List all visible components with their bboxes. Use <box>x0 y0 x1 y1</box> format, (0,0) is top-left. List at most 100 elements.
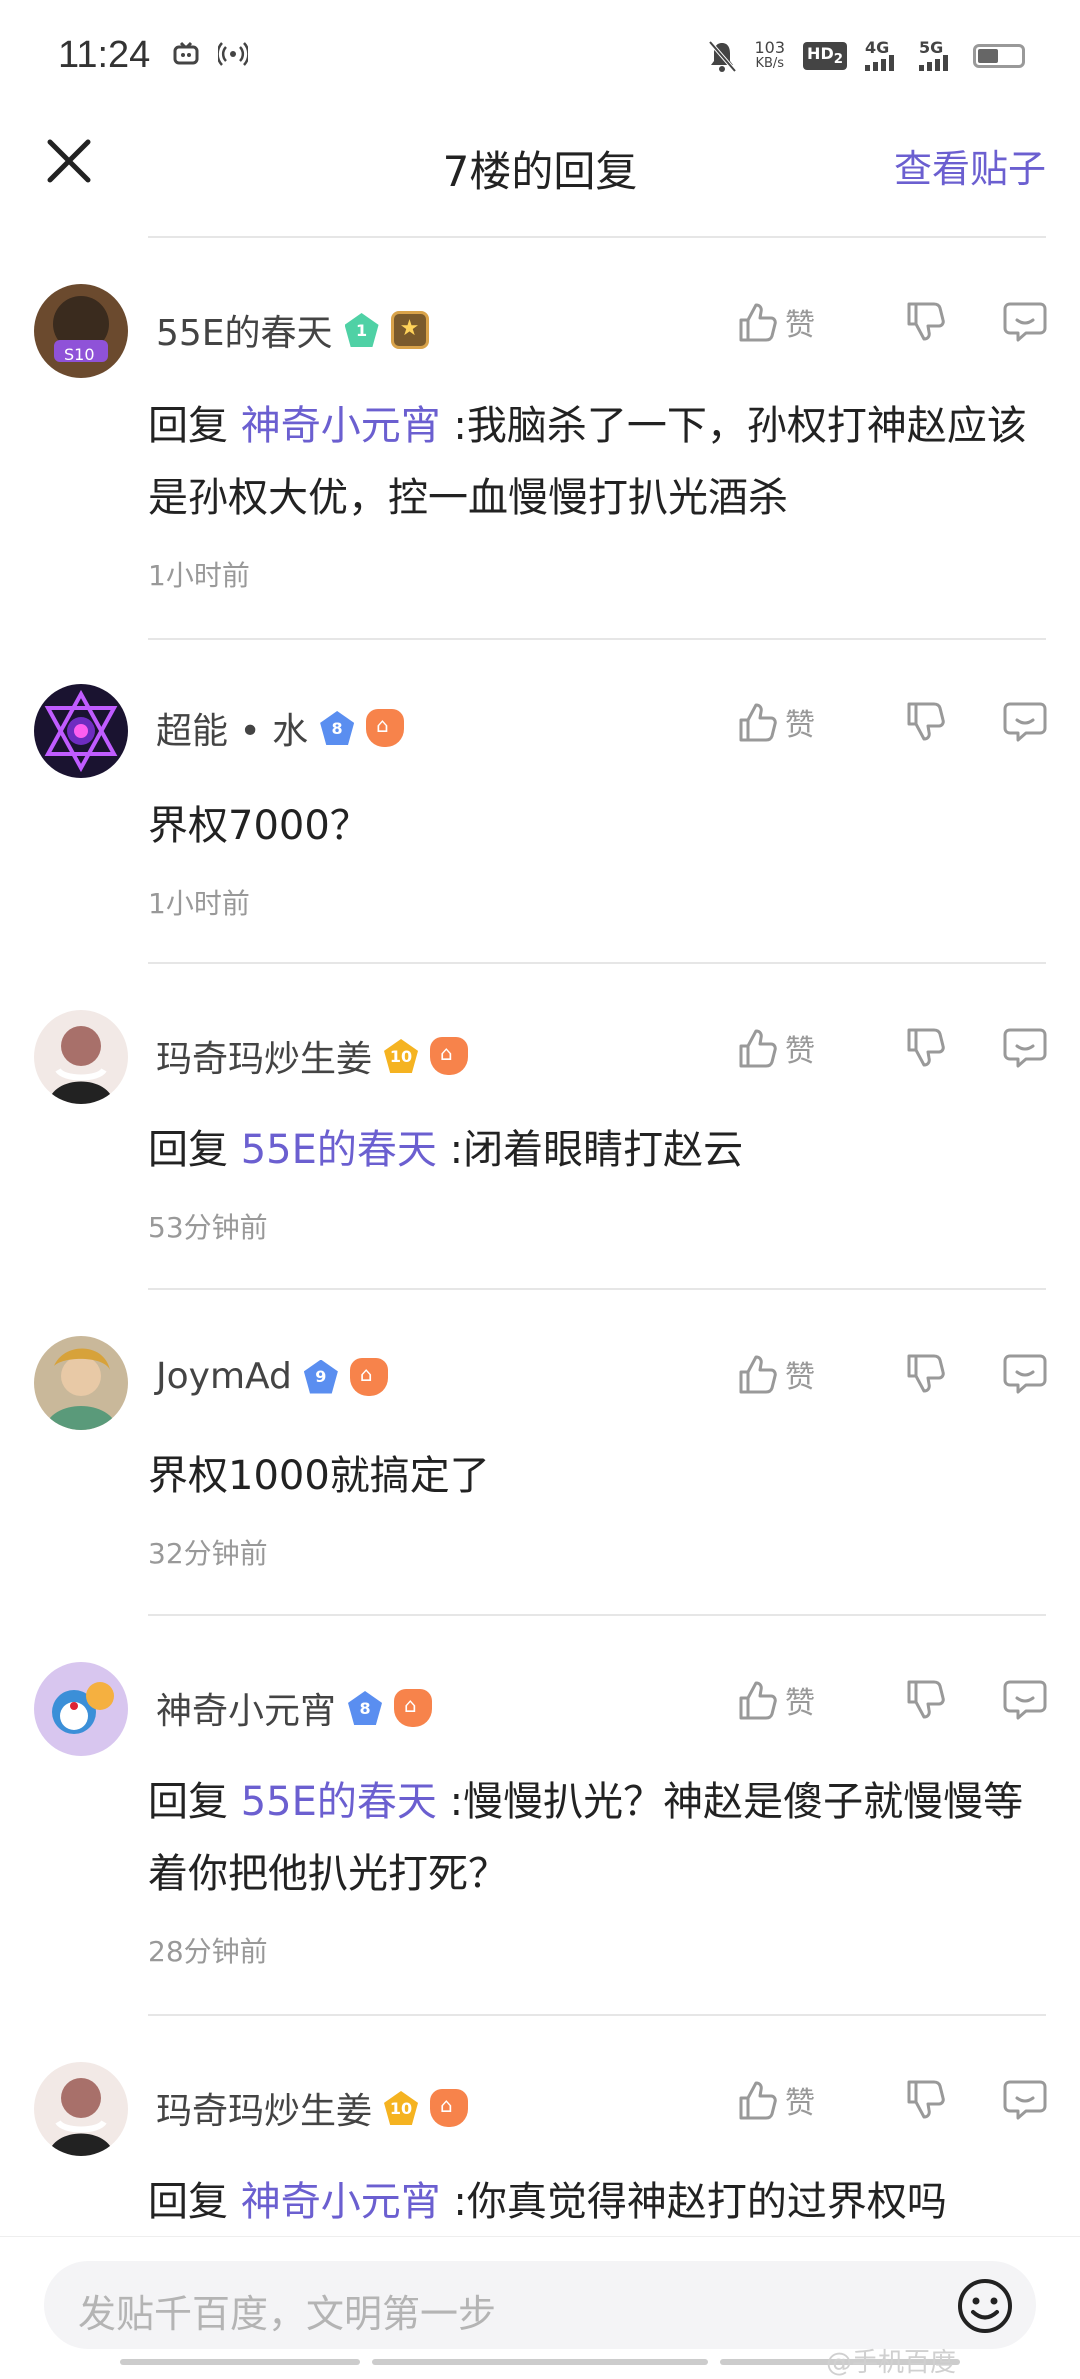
reply-button[interactable] <box>985 1352 1065 1396</box>
tv-icon <box>173 41 199 65</box>
like-label: 赞 <box>785 708 815 743</box>
username[interactable]: JoymAd 9 <box>156 1356 388 1397</box>
comment-time: 1小时前 <box>148 559 250 592</box>
username-text[interactable]: 神奇小元宵 <box>156 1682 336 1734</box>
username-text[interactable]: 超能 • 水 <box>156 702 308 754</box>
like-button[interactable]: 赞 <box>735 2078 865 2122</box>
level-badge-text: 10 <box>389 2098 413 2118</box>
avatar[interactable]: S10 <box>34 284 128 378</box>
like-button[interactable]: 赞 <box>735 300 865 344</box>
comment-text: 回复 55E的春天 :慢慢扒光？神赵是傻子就慢慢等着你把他扒光打死？ <box>148 1766 1048 1910</box>
divider <box>148 1614 1046 1616</box>
username[interactable]: 神奇小元宵 8 <box>156 1682 433 1734</box>
mute-bell-icon <box>707 40 737 73</box>
thumbs-down-icon <box>907 302 945 341</box>
username[interactable]: 玛奇玛炒生姜 10 <box>156 2082 469 2134</box>
post-input[interactable]: 发贴千百度，文明第一步 <box>44 2261 1036 2349</box>
gesture-bar <box>372 2359 708 2365</box>
signal-5g-label: 5G <box>919 38 944 57</box>
username-text[interactable]: 玛奇玛炒生姜 <box>156 2082 372 2134</box>
thumbs-down-icon <box>907 1680 945 1719</box>
dislike-button[interactable] <box>865 300 985 344</box>
gamepad-badge-icon <box>366 709 405 747</box>
network-speed: 103 KB/s <box>755 40 786 72</box>
thumbs-up-icon <box>739 1681 777 1720</box>
reply-button[interactable] <box>985 300 1065 344</box>
emoji-button[interactable] <box>956 2277 1014 2335</box>
reply-button[interactable] <box>985 700 1065 744</box>
network-speed-unit: KB/s <box>755 56 785 71</box>
divider <box>148 2014 1046 2016</box>
comment-time: 32分钟前 <box>148 1537 268 1570</box>
reply-prefix: 回复 <box>148 1127 228 1173</box>
divider <box>148 638 1046 640</box>
divider <box>148 236 1046 238</box>
comment-text: 回复 神奇小元宵 :你真觉得神赵打的过界权吗 <box>148 2166 1048 2238</box>
level-badge-icon: 10 <box>384 2091 419 2125</box>
dislike-button[interactable] <box>865 1352 985 1396</box>
reply-prefix: 回复 <box>148 403 228 449</box>
reply-button[interactable] <box>985 1026 1065 1070</box>
comment-actions: 赞 <box>735 700 1065 744</box>
dislike-button[interactable] <box>865 1026 985 1070</box>
like-button[interactable]: 赞 <box>735 1678 865 1722</box>
comment-text: 界权1000就搞定了 <box>148 1440 1048 1512</box>
like-button[interactable]: 赞 <box>735 1026 865 1070</box>
view-post-link[interactable]: 查看贴子 <box>894 138 1046 193</box>
comment-bubble-icon <box>1003 1028 1047 1068</box>
like-label: 赞 <box>785 1360 815 1395</box>
status-bar: 11:24 103 KB/s HD2 4G 5G <box>0 0 1080 110</box>
dislike-button[interactable] <box>865 700 985 744</box>
level-badge-icon: 10 <box>384 1039 419 1073</box>
mention-link[interactable]: 55E的春天 <box>241 1779 437 1825</box>
divider <box>148 962 1046 964</box>
battery-icon <box>973 44 1025 68</box>
mention-link[interactable]: 神奇小元宵 <box>241 403 441 449</box>
hd-label: HD <box>807 44 834 64</box>
avatar[interactable] <box>34 1010 128 1104</box>
hotspot-icon <box>218 42 248 66</box>
username-text[interactable]: 玛奇玛炒生姜 <box>156 1030 372 1082</box>
like-button[interactable]: 赞 <box>735 1352 865 1396</box>
dislike-button[interactable] <box>865 1678 985 1722</box>
star-medal-icon <box>390 311 429 349</box>
reply-prefix: 回复 <box>148 1779 228 1825</box>
avatar[interactable] <box>34 2062 128 2156</box>
gesture-bar <box>120 2359 360 2365</box>
like-button[interactable]: 赞 <box>735 700 865 744</box>
like-label: 赞 <box>785 1034 815 1069</box>
status-icons: 103 KB/s HD2 4G 5G <box>707 36 1025 76</box>
username-text[interactable]: JoymAd <box>156 1356 292 1397</box>
like-label: 赞 <box>785 308 815 343</box>
signal-5g: 5G <box>919 38 955 71</box>
level-badge-icon: 8 <box>320 711 355 745</box>
signal-bars-icon <box>919 55 948 71</box>
reply-button[interactable] <box>985 2078 1065 2122</box>
avatar[interactable] <box>34 1662 128 1756</box>
comment-time: 1小时前 <box>148 887 250 920</box>
signal-4g-label: 4G <box>865 38 890 57</box>
username[interactable]: 玛奇玛炒生姜 10 <box>156 1030 469 1082</box>
thumbs-up-icon <box>739 1355 777 1394</box>
dislike-button[interactable] <box>865 2078 985 2122</box>
mention-link[interactable]: 神奇小元宵 <box>241 2179 441 2225</box>
username[interactable]: 超能 • 水 8 <box>156 702 405 754</box>
reply-button[interactable] <box>985 1678 1065 1722</box>
thumbs-up-icon <box>739 703 777 742</box>
divider <box>148 1288 1046 1290</box>
signal-4g: 4G <box>865 38 901 71</box>
comment-time: 53分钟前 <box>148 1211 268 1244</box>
gamepad-badge-icon <box>430 2089 469 2127</box>
thumbs-down-icon <box>907 1354 945 1393</box>
svg-text:S10: S10 <box>64 345 95 364</box>
avatar[interactable] <box>34 684 128 778</box>
post-input-placeholder: 发贴千百度，文明第一步 <box>78 2292 497 2336</box>
username[interactable]: 55E的春天 1 <box>156 304 429 356</box>
hd-sub: 2 <box>833 52 843 68</box>
avatar[interactable] <box>34 1336 128 1430</box>
mention-link[interactable]: 55E的春天 <box>241 1127 437 1173</box>
nav-bar: 7楼的回复 查看贴子 <box>0 110 1080 230</box>
username-text[interactable]: 55E的春天 <box>156 304 333 356</box>
thumbs-up-icon <box>739 2081 777 2120</box>
comment-actions: 赞 <box>735 1352 1065 1396</box>
